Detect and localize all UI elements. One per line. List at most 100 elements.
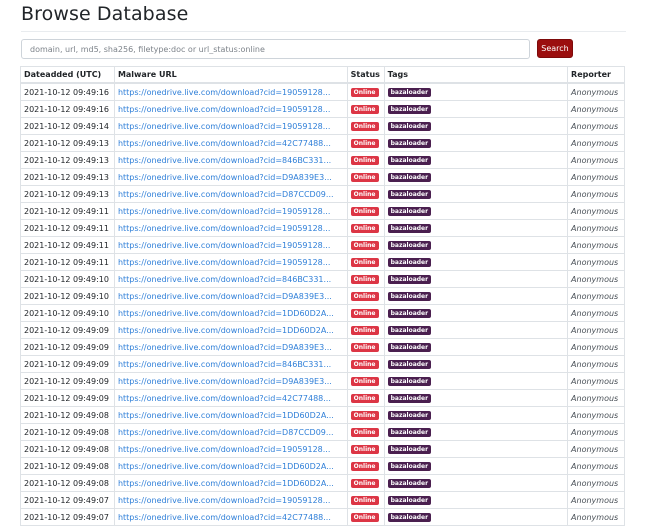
tag-badge[interactable]: bazaloader [387, 461, 432, 471]
search-button[interactable]: Search [537, 39, 573, 58]
tag-badge[interactable]: bazaloader [387, 121, 432, 131]
tag-badge[interactable]: bazaloader [387, 138, 432, 148]
table-row: 2021-10-12 09:49:10 https://onedrive.live… [20, 287, 625, 305]
malware-url-link[interactable]: https://onedrive.live.com/download?cid=D… [118, 377, 332, 386]
tag-badge[interactable]: bazaloader [387, 240, 432, 250]
malware-url-link[interactable]: https://onedrive.live.com/download?cid=8… [118, 360, 331, 369]
malware-url-link[interactable]: https://onedrive.live.com/download?cid=4… [118, 139, 331, 148]
malware-url-link[interactable]: https://onedrive.live.com/download?cid=1… [118, 445, 330, 454]
column-header-malware-url[interactable]: Malware URL [113, 66, 348, 84]
status-cell: Online [346, 372, 385, 390]
malware-url-cell: https://onedrive.live.com/download?cid=4… [113, 389, 348, 407]
malware-url-cell: https://onedrive.live.com/download?cid=1… [113, 406, 348, 424]
malware-url-cell: https://onedrive.live.com/download?cid=1… [113, 457, 348, 475]
malware-url-link[interactable]: https://onedrive.live.com/download?cid=1… [118, 411, 334, 420]
malware-url-link[interactable]: https://onedrive.live.com/download?cid=D… [118, 343, 332, 352]
reporter-cell: Anonymous [567, 100, 625, 118]
tag-badge[interactable]: bazaloader [387, 291, 432, 301]
tag-badge[interactable]: bazaloader [387, 376, 432, 386]
tag-badge[interactable]: bazaloader [387, 427, 432, 437]
tag-badge[interactable]: bazaloader [387, 172, 432, 182]
status-cell: Online [346, 508, 385, 526]
malware-url-cell: https://onedrive.live.com/download?cid=1… [113, 100, 348, 118]
tag-badge[interactable]: bazaloader [387, 104, 432, 114]
reporter-cell: Anonymous [567, 338, 625, 356]
status-badge: Online [350, 138, 379, 148]
malware-url-link[interactable]: https://onedrive.live.com/download?cid=D… [118, 292, 332, 301]
date-added-cell: 2021-10-12 09:49:11 [20, 236, 115, 254]
malware-url-link[interactable]: https://onedrive.live.com/download?cid=4… [118, 513, 331, 522]
tag-badge[interactable]: bazaloader [387, 495, 432, 505]
malware-url-cell: https://onedrive.live.com/download?cid=1… [113, 236, 348, 254]
malware-url-link[interactable]: https://onedrive.live.com/download?cid=1… [118, 479, 334, 488]
tag-badge[interactable]: bazaloader [387, 512, 432, 522]
tags-cell: bazaloader [383, 134, 569, 152]
status-badge: Online [350, 121, 379, 131]
column-header-status[interactable]: Status [346, 66, 385, 84]
tag-badge[interactable]: bazaloader [387, 223, 432, 233]
column-header-reporter[interactable]: Reporter [567, 66, 625, 84]
tag-badge[interactable]: bazaloader [387, 206, 432, 216]
malware-url-link[interactable]: https://onedrive.live.com/download?cid=8… [118, 275, 331, 284]
status-badge: Online [350, 393, 379, 403]
malware-url-link[interactable]: https://onedrive.live.com/download?cid=8… [118, 156, 331, 165]
tags-cell: bazaloader [383, 236, 569, 254]
malware-url-link[interactable]: https://onedrive.live.com/download?cid=1… [118, 241, 330, 250]
table-row: 2021-10-12 09:49:13 https://onedrive.live… [20, 134, 625, 152]
tags-cell: bazaloader [383, 508, 569, 526]
malware-url-link[interactable]: https://onedrive.live.com/download?cid=1… [118, 88, 330, 97]
tag-badge[interactable]: bazaloader [387, 393, 432, 403]
table-row: 2021-10-12 09:49:13 https://onedrive.live… [20, 168, 625, 186]
date-added-cell: 2021-10-12 09:49:08 [20, 457, 115, 475]
tag-badge[interactable]: bazaloader [387, 359, 432, 369]
table-body: 2021-10-12 09:49:16 https://onedrive.live… [20, 82, 625, 526]
date-added-cell: 2021-10-12 09:49:13 [20, 134, 115, 152]
malware-url-link[interactable]: https://onedrive.live.com/download?cid=1… [118, 496, 330, 505]
malware-url-cell: https://onedrive.live.com/download?cid=1… [113, 440, 348, 458]
tags-cell: bazaloader [383, 338, 569, 356]
malware-url-link[interactable]: https://onedrive.live.com/download?cid=D… [118, 428, 334, 437]
malware-url-link[interactable]: https://onedrive.live.com/download?cid=D… [118, 173, 332, 182]
malware-url-link[interactable]: https://onedrive.live.com/download?cid=1… [118, 326, 334, 335]
date-added-cell: 2021-10-12 09:49:16 [20, 82, 115, 101]
reporter-cell: Anonymous [567, 474, 625, 492]
table-row: 2021-10-12 09:49:07 https://onedrive.live… [20, 491, 625, 509]
reporter-cell: Anonymous [567, 202, 625, 220]
malware-url-link[interactable]: https://onedrive.live.com/download?cid=1… [118, 207, 330, 216]
table-row: 2021-10-12 09:49:10 https://onedrive.live… [20, 304, 625, 322]
tag-badge[interactable]: bazaloader [387, 410, 432, 420]
date-added-cell: 2021-10-12 09:49:08 [20, 406, 115, 424]
search-input[interactable] [21, 39, 530, 59]
tag-badge[interactable]: bazaloader [387, 444, 432, 454]
date-added-cell: 2021-10-12 09:49:09 [20, 389, 115, 407]
column-header-tags[interactable]: Tags [383, 66, 569, 84]
malware-url-link[interactable]: https://onedrive.live.com/download?cid=1… [118, 309, 334, 318]
status-badge: Online [350, 410, 379, 420]
table-row: 2021-10-12 09:49:08 https://onedrive.live… [20, 440, 625, 458]
table-row: 2021-10-12 09:49:11 https://onedrive.live… [20, 219, 625, 237]
tag-badge[interactable]: bazaloader [387, 155, 432, 165]
tag-badge[interactable]: bazaloader [387, 308, 432, 318]
malware-url-cell: https://onedrive.live.com/download?cid=D… [113, 185, 348, 203]
malware-url-link[interactable]: https://onedrive.live.com/download?cid=1… [118, 258, 330, 267]
malware-url-cell: https://onedrive.live.com/download?cid=D… [113, 338, 348, 356]
malware-url-link[interactable]: https://onedrive.live.com/download?cid=1… [118, 462, 334, 471]
reporter-cell: Anonymous [567, 389, 625, 407]
tag-badge[interactable]: bazaloader [387, 325, 432, 335]
tag-badge[interactable]: bazaloader [387, 257, 432, 267]
malware-url-link[interactable]: https://onedrive.live.com/download?cid=1… [118, 105, 330, 114]
column-header-dateadded[interactable]: Dateadded (UTC) [20, 66, 115, 84]
reporter-cell: Anonymous [567, 82, 625, 101]
tag-badge[interactable]: bazaloader [387, 342, 432, 352]
tag-badge[interactable]: bazaloader [387, 87, 432, 97]
malware-url-link[interactable]: https://onedrive.live.com/download?cid=D… [118, 190, 334, 199]
malware-url-cell: https://onedrive.live.com/download?cid=D… [113, 423, 348, 441]
tag-badge[interactable]: bazaloader [387, 189, 432, 199]
malware-url-link[interactable]: https://onedrive.live.com/download?cid=1… [118, 122, 330, 131]
tag-badge[interactable]: bazaloader [387, 478, 432, 488]
tags-cell: bazaloader [383, 321, 569, 339]
reporter-cell: Anonymous [567, 236, 625, 254]
malware-url-link[interactable]: https://onedrive.live.com/download?cid=1… [118, 224, 330, 233]
tag-badge[interactable]: bazaloader [387, 274, 432, 284]
malware-url-link[interactable]: https://onedrive.live.com/download?cid=4… [118, 394, 331, 403]
